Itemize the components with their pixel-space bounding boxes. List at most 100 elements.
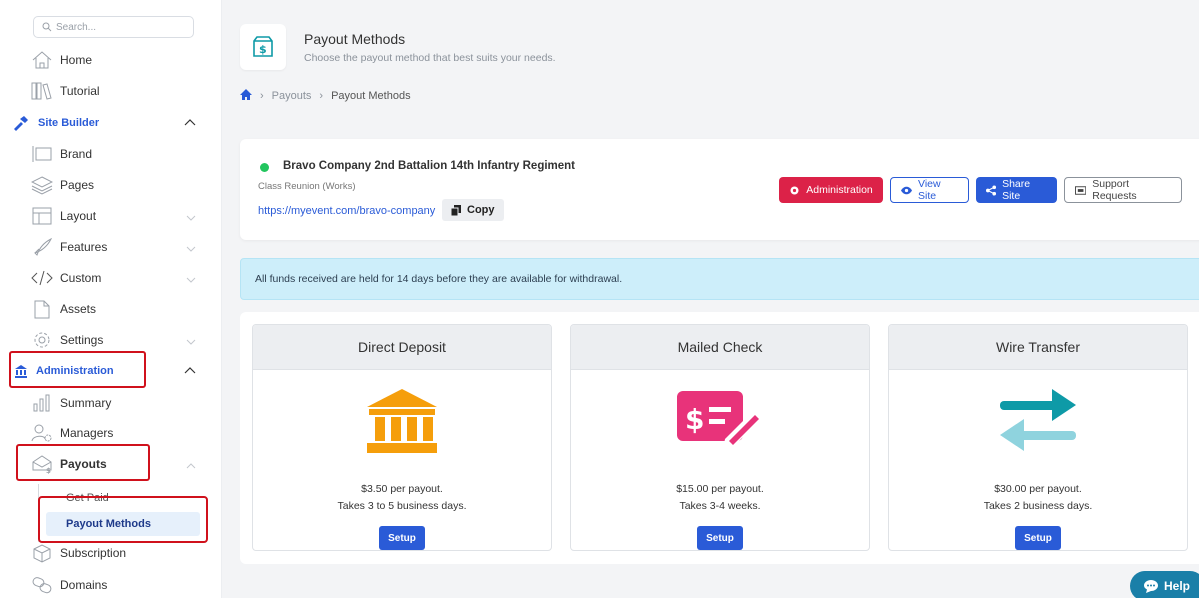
sidebar-item-label: Subscription: [60, 546, 127, 560]
hold-notice-alert: All funds received are held for 14 days …: [240, 258, 1199, 300]
chevron-down-icon: [186, 272, 196, 286]
bank-icon: [253, 389, 551, 453]
svg-text:$: $: [259, 43, 267, 56]
sidebar-item-label: Brand: [60, 147, 93, 161]
copy-icon: [451, 204, 461, 216]
annotation-box-administration: [9, 351, 146, 388]
setup-button-direct-deposit[interactable]: Setup: [379, 526, 425, 550]
file-icon: [31, 298, 53, 320]
method-time: Takes 2 business days.: [983, 500, 1093, 512]
sidebar-item-tutorial[interactable]: Tutorial: [31, 78, 206, 104]
gear-icon: [31, 329, 53, 351]
administration-button[interactable]: Administration: [779, 177, 883, 203]
payout-methods-panel: Direct Deposit $3.50 per payout. Takes 3…: [240, 312, 1199, 564]
help-button[interactable]: Help: [1130, 571, 1199, 598]
share-site-button[interactable]: Share Site: [976, 177, 1057, 203]
search-input[interactable]: [56, 21, 176, 33]
books-icon: [31, 80, 53, 102]
method-time: Takes 3-4 weeks.: [679, 500, 761, 512]
link-icon: [31, 574, 53, 596]
page-icon: $: [240, 24, 286, 70]
button-label: Support Requests: [1092, 178, 1137, 202]
breadcrumb-separator-icon: ›: [260, 90, 264, 102]
method-title: Mailed Check: [571, 325, 869, 370]
sidebar-item-label: Settings: [60, 333, 104, 347]
button-label: Help: [1164, 579, 1191, 593]
sidebar-item-label: Layout: [60, 209, 97, 223]
annotation-box-payout-methods: [38, 496, 208, 543]
sidebar-item-custom[interactable]: Custom: [31, 265, 206, 291]
ticket-icon: [1075, 185, 1087, 195]
sidebar-item-home[interactable]: Home: [31, 47, 206, 73]
annotation-box-payouts: [16, 444, 150, 481]
sidebar-item-brand[interactable]: Brand: [31, 141, 206, 167]
sidebar-item-label: Summary: [60, 396, 112, 410]
method-price: $15.00 per payout.: [676, 483, 764, 495]
sidebar-item-features[interactable]: Features: [31, 234, 206, 260]
check-pen-icon: $: [571, 389, 869, 451]
chevron-up-icon: [184, 117, 196, 129]
sidebar-item-domains[interactable]: Domains: [31, 572, 206, 598]
view-site-button[interactable]: View Site: [890, 177, 969, 203]
chevron-up-icon: [186, 458, 196, 472]
status-dot: [260, 163, 269, 172]
method-price: $30.00 per payout.: [994, 483, 1082, 495]
method-card-direct-deposit: Direct Deposit $3.50 per payout. Takes 3…: [252, 324, 552, 551]
search-icon: [42, 22, 52, 32]
payout-box-icon: $: [253, 36, 273, 57]
home-icon[interactable]: [240, 89, 252, 103]
chevron-down-icon: [186, 210, 196, 224]
sidebar-item-subscription[interactable]: Subscription: [31, 540, 206, 566]
button-label: Copy: [467, 204, 495, 216]
sidebar-item-label: Domains: [60, 578, 108, 592]
page-subtitle: Choose the payout method that best suits…: [304, 52, 556, 64]
site-url-link[interactable]: https://myevent.com/bravo-company: [258, 205, 435, 217]
method-card-wire-transfer: Wire Transfer $30.00 per payout. Takes 2…: [888, 324, 1188, 551]
method-title: Direct Deposit: [253, 325, 551, 370]
setup-button-wire-transfer[interactable]: Setup: [1015, 526, 1061, 550]
method-price: $3.50 per payout.: [361, 483, 443, 495]
page-title: Payout Methods: [304, 31, 406, 47]
code-icon: [31, 267, 53, 289]
chevron-down-icon: [186, 241, 196, 255]
site-card: Bravo Company 2nd Battalion 14th Infantr…: [240, 139, 1199, 240]
chevron-down-icon: [186, 334, 196, 348]
layout-icon: [31, 205, 53, 227]
gear-icon: [790, 186, 799, 194]
box-icon: [31, 542, 53, 564]
sidebar-item-assets[interactable]: Assets: [31, 296, 206, 322]
method-time: Takes 3 to 5 business days.: [337, 500, 467, 512]
home-icon: [31, 49, 53, 71]
button-label: Administration: [806, 184, 873, 196]
chat-bubble-icon: [1144, 579, 1158, 593]
setup-button-mailed-check[interactable]: Setup: [697, 526, 743, 550]
method-card-mailed-check: Mailed Check $ $15.00 per payout. Takes …: [570, 324, 870, 551]
alert-text: All funds received are held for 14 days …: [255, 273, 623, 285]
breadcrumb: › Payouts › Payout Methods: [240, 89, 411, 103]
copy-button[interactable]: Copy: [442, 199, 504, 221]
user-gear-icon: [31, 422, 53, 444]
sidebar-item-label: Home: [60, 53, 93, 67]
button-label: View Site: [918, 178, 941, 202]
sidebar-item-pages[interactable]: Pages: [31, 172, 206, 198]
rocket-icon: [31, 236, 53, 258]
chevron-up-icon: [184, 365, 196, 377]
breadcrumb-item-payouts[interactable]: Payouts: [272, 90, 312, 102]
button-label: Share Site: [1002, 178, 1031, 202]
sidebar-section-site-builder[interactable]: Site Builder: [10, 111, 210, 135]
bar-chart-icon: [31, 392, 53, 414]
sidebar-item-managers[interactable]: Managers: [31, 420, 206, 446]
sidebar-item-label: Tutorial: [60, 84, 100, 98]
sidebar-item-summary[interactable]: Summary: [31, 390, 206, 416]
sidebar-item-settings[interactable]: Settings: [31, 327, 206, 353]
eye-icon: [901, 186, 913, 194]
method-title: Wire Transfer: [889, 325, 1187, 370]
sidebar-item-label: Features: [60, 240, 108, 254]
sidebar-item-layout[interactable]: Layout: [31, 203, 206, 229]
site-name: Bravo Company 2nd Battalion 14th Infantr…: [283, 160, 576, 172]
hammer-icon: [10, 115, 32, 131]
share-icon: [986, 184, 997, 196]
support-requests-button[interactable]: Support Requests: [1064, 177, 1182, 203]
sidebar-item-label: Assets: [60, 302, 97, 316]
search-box[interactable]: [33, 16, 194, 38]
